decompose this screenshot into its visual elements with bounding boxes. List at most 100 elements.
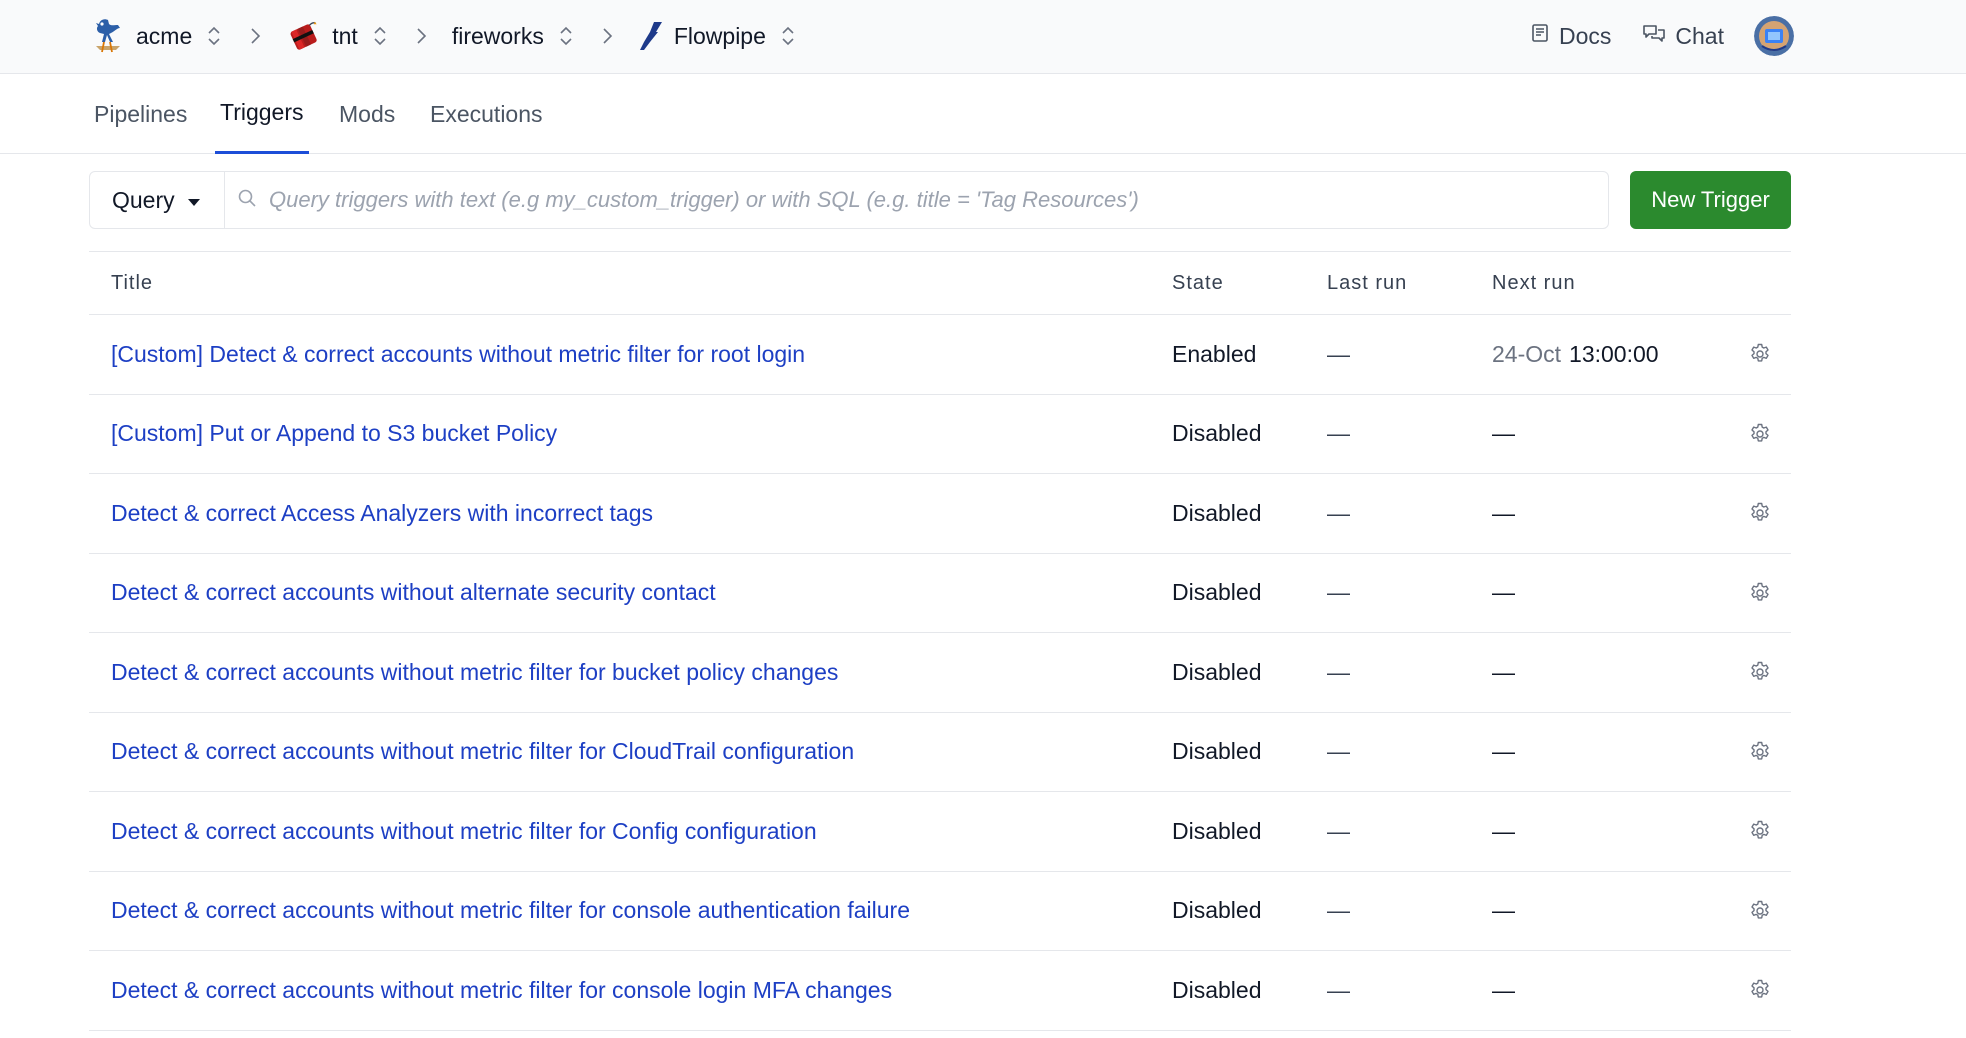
breadcrumb: acme tnt fireworks Flowpipe	[90, 0, 796, 72]
trigger-next-run: —	[1492, 633, 1515, 712]
trigger-title-link[interactable]: Detect & correct accounts without metric…	[111, 872, 910, 951]
trigger-state: Enabled	[1172, 340, 1257, 367]
trigger-state: Disabled	[1172, 817, 1262, 844]
trigger-last-run: —	[1327, 499, 1350, 526]
trigger-next-run: —	[1492, 951, 1515, 1030]
next-run-time: —	[1492, 658, 1515, 685]
table-row[interactable]: Detect & correct accounts without metric…	[89, 951, 1791, 1031]
chevron-up-down-icon[interactable]	[206, 25, 222, 47]
trigger-title-link[interactable]: Detect & correct Access Analyzers with i…	[111, 474, 653, 553]
trigger-next-run: —	[1492, 872, 1515, 951]
book-icon	[1529, 22, 1559, 50]
settings-gear-icon[interactable]	[1743, 395, 1777, 474]
settings-gear-icon[interactable]	[1743, 713, 1777, 792]
next-run-time: 13:00:00	[1569, 340, 1659, 367]
breadcrumb-label: Flowpipe	[673, 22, 766, 49]
table-row[interactable]: Detect & correct accounts without metric…	[89, 713, 1791, 792]
breadcrumb-org-acme[interactable]: acme	[90, 16, 222, 56]
tnt-dynamite-logo-icon	[286, 16, 322, 56]
settings-gear-icon[interactable]	[1743, 474, 1777, 553]
settings-gear-icon[interactable]	[1743, 554, 1777, 633]
breadcrumb-label: tnt	[332, 22, 358, 49]
table-row[interactable]: Detect & correct Access Analyzers with i…	[89, 474, 1791, 554]
next-run-time: —	[1492, 738, 1515, 765]
chat-label: Chat	[1675, 22, 1724, 49]
settings-gear-icon[interactable]	[1743, 872, 1777, 951]
breadcrumb-workspace-tnt[interactable]: tnt	[286, 16, 388, 56]
trigger-last-run: —	[1327, 579, 1350, 606]
next-run-date: 24-Oct	[1492, 340, 1562, 367]
trigger-title-link[interactable]: [Custom] Detect & correct accounts witho…	[111, 315, 805, 394]
tab-pipelines[interactable]: Pipelines	[89, 74, 192, 154]
trigger-title-link[interactable]: Detect & correct accounts without metric…	[111, 792, 817, 871]
next-run-time: —	[1492, 897, 1515, 924]
chat-link[interactable]: Chat	[1641, 22, 1724, 50]
column-header-next-run[interactable]: Next run	[1492, 272, 1576, 295]
trigger-toolbar: Query New Trigger	[89, 171, 1791, 229]
table-row[interactable]: Detect & correct accounts without altern…	[89, 554, 1791, 633]
trigger-next-run: —	[1492, 792, 1515, 871]
docs-link[interactable]: Docs	[1529, 22, 1611, 50]
trigger-state: Disabled	[1172, 420, 1262, 447]
chevron-up-down-icon[interactable]	[780, 25, 796, 47]
query-mode-label: Query	[112, 186, 175, 213]
trigger-last-run: —	[1327, 817, 1350, 844]
trigger-next-run: 24-Oct 13:00:00	[1492, 315, 1659, 394]
column-header-state[interactable]: State	[1172, 272, 1224, 295]
breadcrumb-project-fireworks[interactable]: fireworks	[452, 23, 574, 50]
search-box	[225, 171, 1609, 229]
trigger-title-link[interactable]: Detect & correct accounts without metric…	[111, 713, 854, 792]
trigger-last-run: —	[1327, 340, 1350, 367]
trigger-next-run: —	[1492, 554, 1515, 633]
tab-executions[interactable]: Executions	[425, 74, 548, 154]
next-run-time: —	[1492, 579, 1515, 606]
chevron-right-icon	[244, 25, 266, 47]
table-row[interactable]: [Custom] Put or Append to S3 bucket Poli…	[89, 395, 1791, 474]
user-avatar[interactable]	[1754, 16, 1794, 56]
trigger-title-link[interactable]: Detect & correct accounts without metric…	[111, 633, 838, 712]
settings-gear-icon[interactable]	[1743, 633, 1777, 712]
header-actions: Docs Chat	[1529, 0, 1794, 72]
table-row[interactable]: [Custom] Detect & correct accounts witho…	[89, 315, 1791, 395]
column-header-last-run[interactable]: Last run	[1327, 272, 1407, 295]
next-run-time: —	[1492, 420, 1515, 447]
trigger-title-link[interactable]: Detect & correct accounts without metric…	[111, 951, 892, 1030]
table-row[interactable]: Detect & correct accounts without metric…	[89, 792, 1791, 872]
trigger-last-run: —	[1327, 420, 1350, 447]
trigger-state: Disabled	[1172, 658, 1262, 685]
top-bar: acme tnt fireworks Flowpipe Docs Chat	[0, 0, 1966, 74]
breadcrumb-app-flowpipe[interactable]: Flowpipe	[638, 16, 796, 56]
next-run-time: —	[1492, 499, 1515, 526]
trigger-last-run: —	[1327, 738, 1350, 765]
table-row[interactable]: Detect & correct accounts without metric…	[89, 633, 1791, 713]
trigger-next-run: —	[1492, 395, 1515, 474]
breadcrumb-label: fireworks	[451, 22, 544, 49]
trigger-last-run: —	[1327, 976, 1350, 1003]
table-row[interactable]: Detect & correct accounts without metric…	[89, 872, 1791, 951]
trigger-state: Disabled	[1172, 897, 1262, 924]
trigger-state: Disabled	[1172, 738, 1262, 765]
trigger-title-link[interactable]: Detect & correct accounts without altern…	[111, 554, 716, 633]
triggers-table: Title State Last run Next run [Custom] D…	[89, 251, 1791, 1031]
trigger-last-run: —	[1327, 897, 1350, 924]
search-input[interactable]	[269, 172, 1608, 228]
trigger-next-run: —	[1492, 474, 1515, 553]
caret-down-icon	[175, 187, 201, 214]
new-trigger-button[interactable]: New Trigger	[1630, 171, 1791, 229]
breadcrumb-label: acme	[136, 22, 193, 49]
column-header-title[interactable]: Title	[111, 272, 153, 295]
settings-gear-icon[interactable]	[1743, 951, 1777, 1030]
trigger-last-run: —	[1327, 658, 1350, 685]
trigger-state: Disabled	[1172, 579, 1262, 606]
settings-gear-icon[interactable]	[1743, 792, 1777, 871]
settings-gear-icon[interactable]	[1743, 315, 1777, 394]
tab-triggers[interactable]: Triggers	[215, 74, 309, 154]
chevron-right-icon	[596, 25, 618, 47]
tab-mods[interactable]: Mods	[334, 74, 400, 154]
search-icon	[237, 188, 257, 213]
query-mode-dropdown[interactable]: Query	[89, 171, 225, 229]
chevron-right-icon	[410, 25, 432, 47]
chevron-up-down-icon[interactable]	[558, 25, 574, 47]
trigger-title-link[interactable]: [Custom] Put or Append to S3 bucket Poli…	[111, 395, 557, 474]
chevron-up-down-icon[interactable]	[372, 25, 388, 47]
